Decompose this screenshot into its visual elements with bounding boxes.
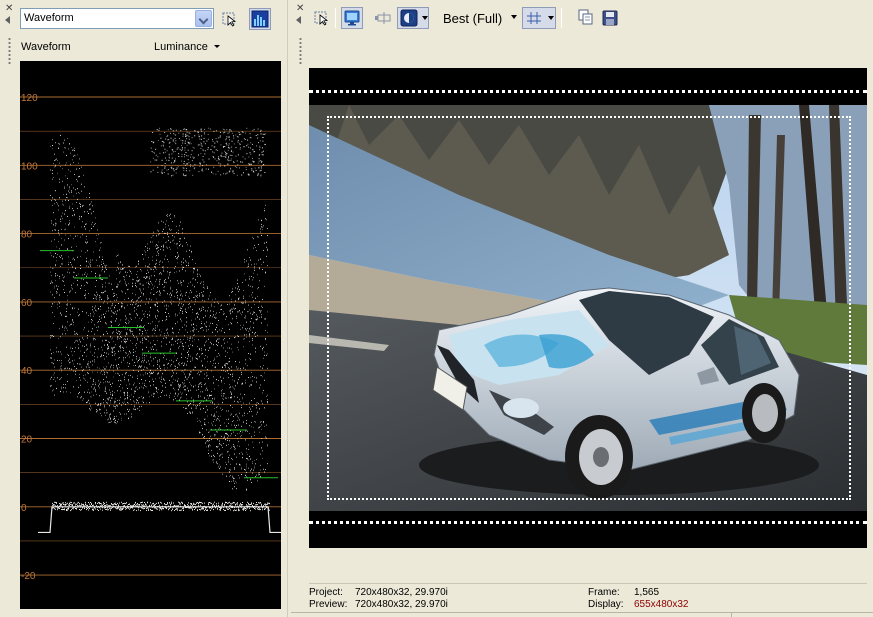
scope-type-dropdown[interactable]: Waveform	[20, 8, 214, 29]
copy-snapshot-button[interactable]	[575, 7, 597, 29]
video-preview-display[interactable]	[309, 68, 867, 548]
waveform-scope: 120 100 80 60 40 20 0 -20	[20, 61, 281, 609]
chevron-down-icon[interactable]	[422, 16, 428, 20]
save-snapshot-button[interactable]	[599, 7, 621, 29]
y-axis-tick-label: 20	[21, 435, 33, 446]
toolbar-grip[interactable]	[299, 37, 302, 65]
quality-dropdown-arrow-icon[interactable]	[511, 15, 517, 19]
frame-value: 1,565	[634, 587, 660, 598]
y-axis-tick-label: 120	[21, 93, 38, 104]
display-label: Display:	[588, 599, 624, 610]
histogram-icon	[251, 10, 269, 28]
y-axis-tick-label: 0	[21, 503, 27, 514]
channels-dropdown-button[interactable]	[397, 7, 429, 29]
y-axis-tick-label: -20	[21, 571, 36, 582]
action-safe-top-line	[309, 90, 867, 93]
chevron-down-icon[interactable]	[195, 10, 212, 27]
external-monitor-button[interactable]	[341, 7, 363, 29]
pane-collapse-icon[interactable]	[5, 16, 10, 24]
status-strip	[291, 612, 873, 617]
copy-icon	[578, 9, 593, 25]
preview-value: 720x480x32, 29.970i	[355, 599, 448, 610]
preview-label: Preview:	[309, 599, 348, 610]
pane-collapse-icon[interactable]	[296, 16, 301, 24]
waveform-graph: 120 100 80 60 40 20 0 -20	[20, 93, 281, 582]
split-screen-button[interactable]	[373, 7, 395, 29]
blanking-trace	[38, 506, 281, 534]
project-label: Project:	[309, 587, 343, 598]
mode-dropdown-arrow-icon[interactable]	[214, 45, 220, 48]
toolbar-grip[interactable]	[8, 37, 11, 65]
scope-type-value: Waveform	[24, 12, 74, 24]
save-icon	[602, 10, 618, 26]
close-pane-icon[interactable]: ✕	[296, 4, 304, 14]
preview-properties-button[interactable]	[310, 7, 332, 29]
scope-mode-dropdown[interactable]: Luminance	[154, 41, 208, 53]
scope-title: Waveform	[21, 41, 71, 53]
chevron-down-icon[interactable]	[548, 16, 554, 20]
video-scopes-pane: ✕ Waveform Waveform Luminance 120 100 80 60…	[0, 0, 287, 617]
toolbar-separator	[561, 8, 562, 28]
split-view-icon	[375, 12, 391, 24]
video-preview-pane: ✕ Best (Full) Project: 720x480x32, 29.97…	[291, 0, 873, 617]
y-axis-tick-label: 100	[21, 161, 38, 172]
frame-label: Frame:	[588, 587, 620, 598]
luminance-trace	[50, 127, 270, 512]
y-axis-tick-label: 60	[21, 298, 33, 309]
close-pane-icon[interactable]: ✕	[5, 4, 13, 14]
cursor-select-icon	[222, 12, 237, 27]
display-value: 655x480x32	[634, 599, 689, 610]
update-while-playing-button[interactable]	[249, 8, 271, 30]
toolbar-separator	[335, 8, 336, 28]
update-scopes-button[interactable]	[218, 8, 240, 30]
y-axis-tick-label: 40	[21, 366, 33, 377]
monitor-icon	[344, 10, 360, 26]
preview-quality-dropdown[interactable]: Best (Full)	[443, 11, 502, 26]
title-safe-area-overlay	[327, 116, 851, 500]
action-safe-bottom-line	[309, 521, 867, 524]
overlays-dropdown-button[interactable]	[522, 7, 556, 29]
grid-icon	[527, 12, 541, 24]
color-channels-icon	[400, 9, 418, 27]
y-axis-tick-label: 80	[21, 230, 33, 241]
project-value: 720x480x32, 29.970i	[355, 587, 448, 598]
cursor-select-icon	[314, 11, 329, 26]
